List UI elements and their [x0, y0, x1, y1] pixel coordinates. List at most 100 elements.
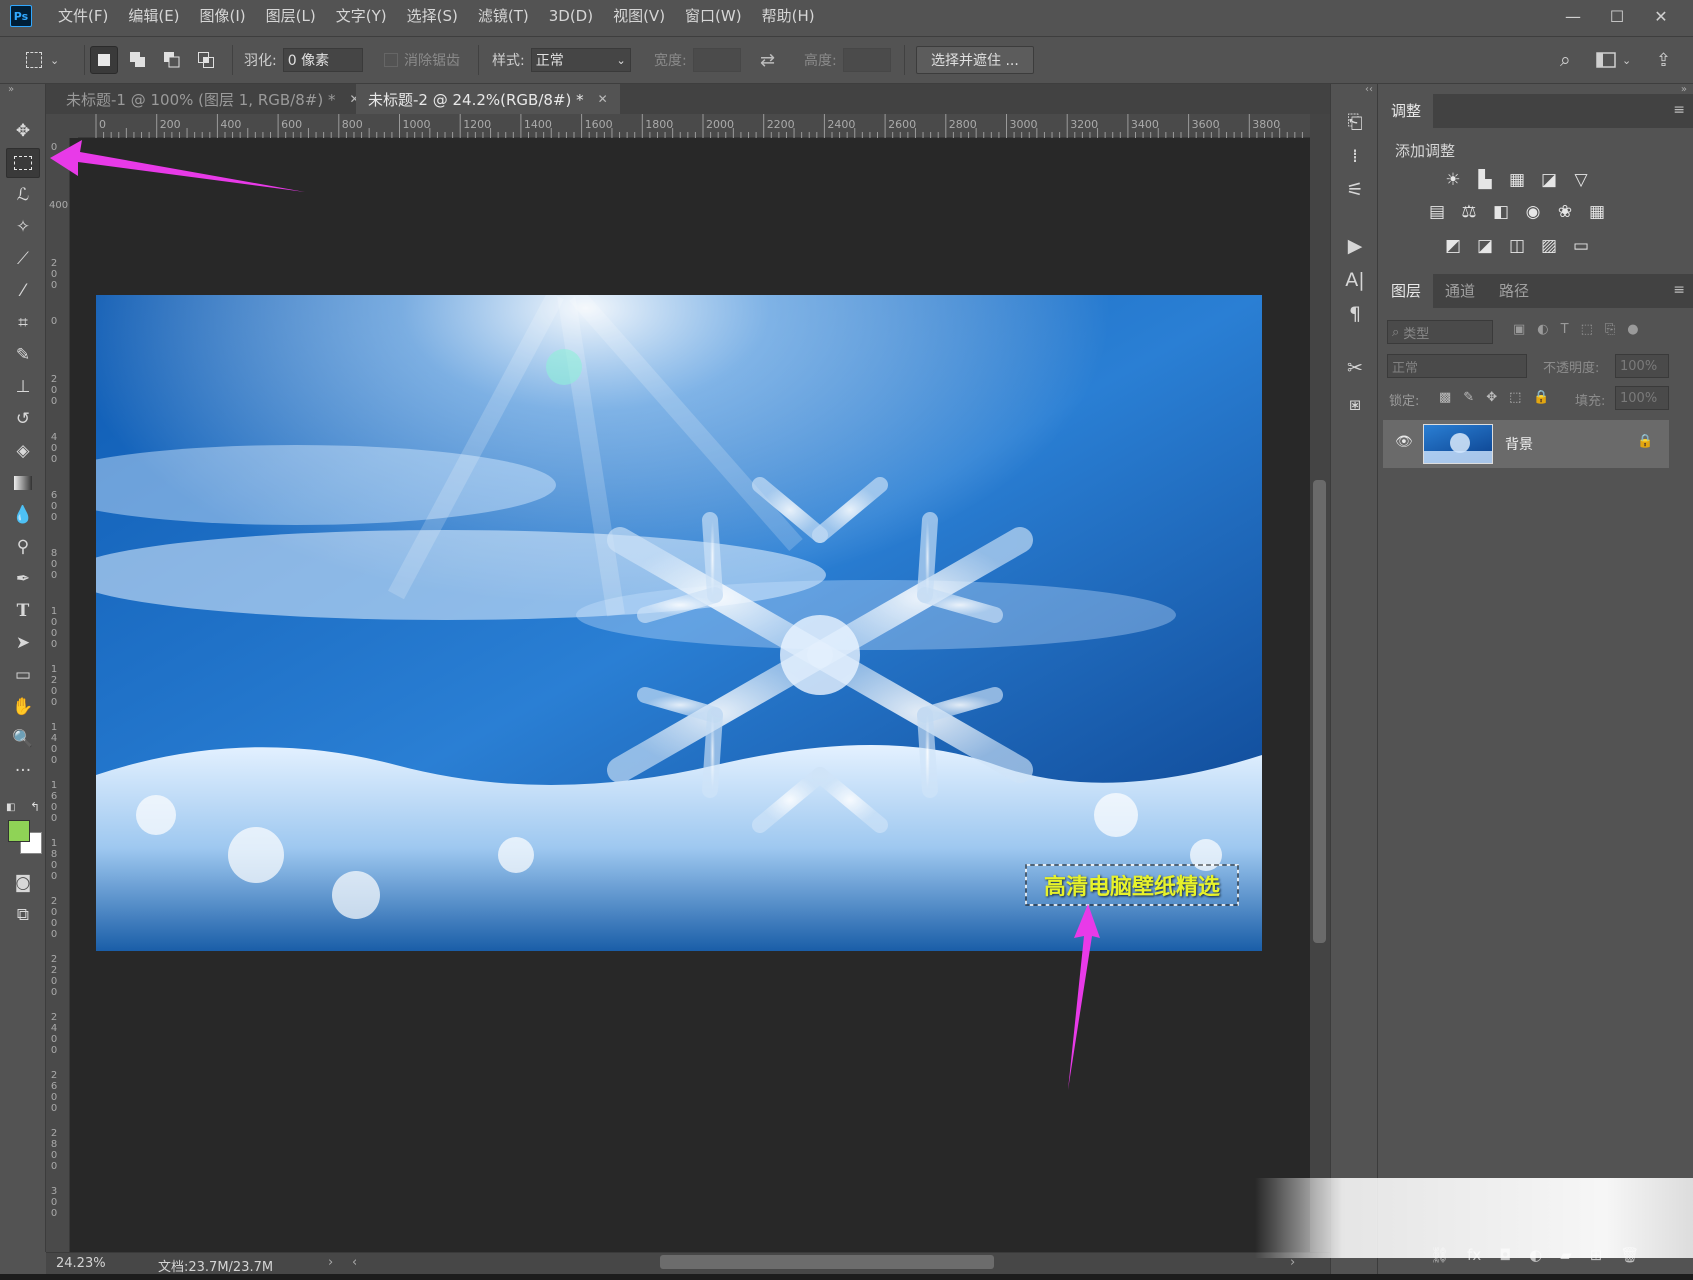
- close-window-button[interactable]: ✕: [1639, 7, 1683, 26]
- quick-mask-icon[interactable]: ◙: [6, 868, 40, 898]
- path-selection-tool-icon[interactable]: ➤: [6, 628, 40, 658]
- layer-filter-select[interactable]: ⌕ 类型: [1387, 320, 1493, 344]
- tab-layers[interactable]: 图层: [1379, 274, 1434, 308]
- color-lookup-icon[interactable]: ▦: [1585, 200, 1609, 224]
- gradient-tool-icon[interactable]: [6, 468, 40, 498]
- lock-pixels-icon[interactable]: ✎: [1463, 390, 1474, 405]
- collapse-icon[interactable]: ‹‹: [1365, 84, 1373, 95]
- add-to-selection-button[interactable]: [124, 46, 152, 74]
- filter-pixel-icon[interactable]: ▣: [1513, 322, 1525, 337]
- vertical-ruler[interactable]: 0 400 2 0 0 0 2 0 0 4 0 0 6 0 0 8 0 0 1 0 0 0 1 2 0 0 1 4 0 0 1 6 0 0 1 8 0 0…: [46, 138, 70, 1253]
- width-input[interactable]: [692, 48, 741, 72]
- select-and-mask-button[interactable]: 选择并遮住 ...: [916, 46, 1034, 74]
- vertical-scroll-thumb[interactable]: [1313, 480, 1326, 943]
- invert-icon[interactable]: ◩: [1441, 234, 1465, 258]
- tool-presets-icon[interactable]: ✂: [1339, 354, 1371, 382]
- swap-colors-icon[interactable]: ↰: [30, 800, 40, 814]
- brush-tool-icon[interactable]: ✎: [6, 340, 40, 370]
- tab-untitled-1[interactable]: 未标题-1 @ 100% (图层 1, RGB/8#) * ✕: [54, 84, 372, 114]
- eraser-tool-icon[interactable]: ◈: [6, 436, 40, 466]
- photo-filter-icon[interactable]: ◉: [1521, 200, 1545, 224]
- eyedropper-tool-icon[interactable]: ⟋: [6, 244, 40, 274]
- horizontal-scroll-thumb[interactable]: [660, 1255, 994, 1269]
- maximize-button[interactable]: ☐: [1595, 7, 1639, 26]
- rectangle-tool-icon[interactable]: ▭: [6, 660, 40, 690]
- history-panel-icon[interactable]: ⎗: [1339, 108, 1371, 136]
- 3d-panel-icon[interactable]: ⧆: [1339, 390, 1371, 418]
- lock-artboard-icon[interactable]: ⬚: [1509, 390, 1521, 405]
- new-selection-button[interactable]: [90, 46, 118, 74]
- menu-type[interactable]: 文字(Y): [326, 0, 397, 32]
- visibility-eye-icon[interactable]: 👁: [1395, 434, 1413, 450]
- clone-stamp-tool-icon[interactable]: ⊥: [6, 372, 40, 402]
- blur-tool-icon[interactable]: 💧: [6, 500, 40, 530]
- menu-view[interactable]: 视图(V): [603, 0, 675, 32]
- paragraph-panel-icon[interactable]: ¶: [1339, 300, 1371, 328]
- gradient-map-icon[interactable]: ▭: [1569, 234, 1593, 258]
- menu-layer[interactable]: 图层(L): [256, 0, 326, 32]
- tab-untitled-2[interactable]: 未标题-2 @ 24.2%(RGB/8#) * ✕: [356, 84, 620, 114]
- menu-3d[interactable]: 3D(D): [539, 0, 603, 32]
- panel-menu-icon[interactable]: ≡: [1673, 282, 1685, 298]
- crop-tool-icon[interactable]: ⌗: [6, 308, 40, 338]
- filter-type-icon[interactable]: T: [1561, 322, 1569, 337]
- lasso-tool-icon[interactable]: ℒ: [6, 180, 40, 210]
- ruler-origin[interactable]: [46, 114, 78, 138]
- feather-input[interactable]: 0 像素: [282, 48, 363, 72]
- curves-icon[interactable]: ▦: [1505, 168, 1529, 192]
- zoom-level[interactable]: 24.23%: [56, 1256, 106, 1271]
- dodge-tool-icon[interactable]: ⚲: [6, 532, 40, 562]
- lock-transparent-icon[interactable]: ▩: [1439, 390, 1451, 405]
- color-balance-icon[interactable]: ⚖: [1457, 200, 1481, 224]
- properties-panel-icon[interactable]: ⚟: [1339, 176, 1371, 204]
- filter-adjustment-icon[interactable]: ◐: [1537, 322, 1548, 337]
- search-icon[interactable]: ⌕: [1560, 37, 1571, 83]
- move-tool-icon[interactable]: ✥: [6, 116, 40, 146]
- screen-mode-icon[interactable]: ⧉: [6, 900, 40, 930]
- swap-width-height-icon[interactable]: ⇄: [760, 37, 775, 83]
- blend-mode-select[interactable]: 正常: [1387, 354, 1527, 378]
- tab-adjustments[interactable]: 调整: [1379, 94, 1434, 128]
- exposure-icon[interactable]: ◪: [1537, 168, 1561, 192]
- pen-tool-icon[interactable]: ✒: [6, 564, 40, 594]
- layer-name[interactable]: 背景: [1505, 434, 1533, 454]
- rectangular-marquee-tool-icon[interactable]: [6, 148, 40, 178]
- scroll-left-icon[interactable]: ‹: [352, 1255, 357, 1270]
- foreground-color-swatch[interactable]: [8, 820, 30, 842]
- default-colors-icon[interactable]: ◧: [6, 802, 15, 813]
- tab-channels[interactable]: 通道: [1433, 274, 1487, 308]
- share-icon[interactable]: ⇪: [1656, 37, 1671, 83]
- style-select[interactable]: 正常 ⌄: [530, 48, 631, 72]
- menu-image[interactable]: 图像(I): [190, 0, 256, 32]
- fill-input[interactable]: 100%: [1615, 386, 1669, 410]
- menu-filter[interactable]: 滤镜(T): [468, 0, 539, 32]
- menu-edit[interactable]: 编辑(E): [118, 0, 189, 32]
- channel-mixer-icon[interactable]: ❀: [1553, 200, 1577, 224]
- history-brush-tool-icon[interactable]: ↺: [6, 404, 40, 434]
- document-image[interactable]: 高清电脑壁纸精选: [96, 295, 1262, 951]
- layer-row[interactable]: 👁 背景 🔒: [1383, 420, 1669, 468]
- brushes-panel-icon[interactable]: ⁞: [1339, 142, 1371, 170]
- menu-select[interactable]: 选择(S): [397, 0, 468, 32]
- character-panel-icon[interactable]: A|: [1339, 266, 1371, 294]
- workspace-switcher[interactable]: ⌄: [1596, 37, 1631, 83]
- minimize-button[interactable]: —: [1551, 7, 1595, 26]
- filter-smart-object-icon[interactable]: ⎘: [1605, 322, 1615, 337]
- brightness-contrast-icon[interactable]: ☀: [1441, 168, 1465, 192]
- magic-wand-tool-icon[interactable]: ✧: [6, 212, 40, 242]
- levels-icon[interactable]: ▙: [1473, 168, 1497, 192]
- lock-position-icon[interactable]: ✥: [1486, 390, 1497, 405]
- lock-all-icon[interactable]: 🔒: [1533, 390, 1549, 405]
- filter-shape-icon[interactable]: ⬚: [1581, 322, 1593, 337]
- actions-panel-icon[interactable]: ▶: [1339, 232, 1371, 260]
- vibrance-icon[interactable]: ▽: [1569, 168, 1593, 192]
- selective-color-icon[interactable]: ▨: [1537, 234, 1561, 258]
- hue-saturation-icon[interactable]: ▤: [1425, 200, 1449, 224]
- hand-tool-icon[interactable]: ✋: [6, 692, 40, 722]
- intersect-selection-button[interactable]: [192, 46, 220, 74]
- tab-paths[interactable]: 路径: [1487, 274, 1541, 308]
- close-icon[interactable]: ✕: [598, 92, 608, 106]
- antialias-checkbox[interactable]: [384, 53, 398, 67]
- zoom-tool-icon[interactable]: 🔍: [6, 724, 40, 754]
- more-tools-icon[interactable]: ···: [6, 756, 40, 786]
